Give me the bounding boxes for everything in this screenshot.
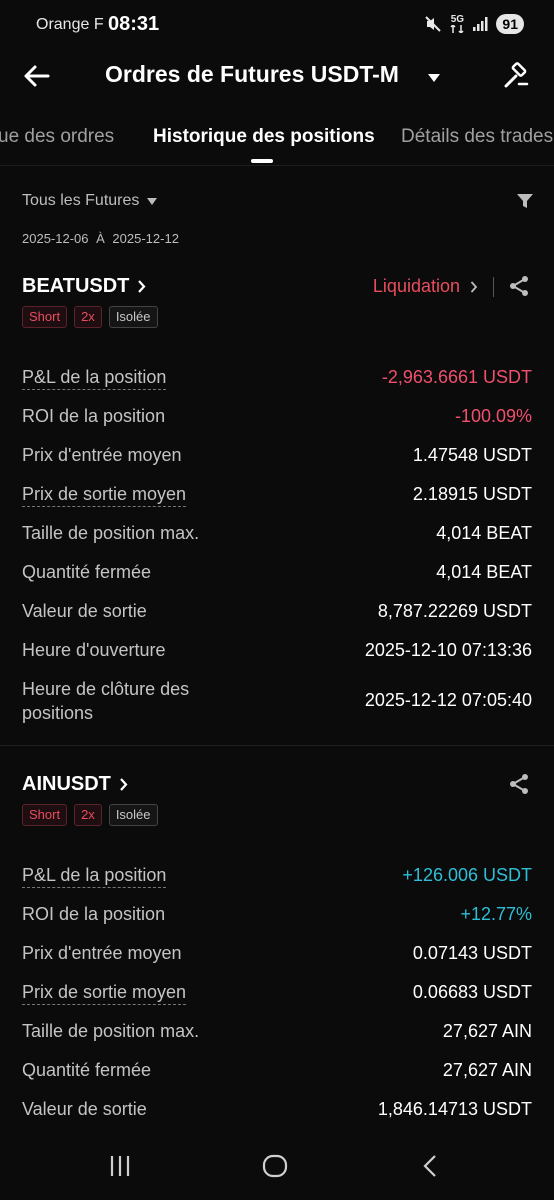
caret-down-icon[interactable]: [427, 70, 441, 88]
system-navigation-bar: [0, 1134, 554, 1200]
max-size-value: 27,627 AIN: [442, 1021, 532, 1041]
side-badge: Short: [22, 804, 68, 826]
pnl-label[interactable]: P&L de la position: [22, 863, 167, 888]
close-time-value: 2025-12-12 07:05:40: [364, 690, 532, 710]
closed-qty-value: 4,014 BEAT: [436, 562, 532, 582]
side-badge: Short: [22, 306, 68, 328]
back-nav-button[interactable]: [422, 1154, 438, 1183]
hammer-gavel-button[interactable]: [502, 62, 530, 90]
exit-price-label[interactable]: Prix de sortie moyen: [22, 482, 187, 507]
margin-mode-badge: Isolée: [108, 804, 158, 826]
margin-mode-badge: Isolée: [108, 306, 158, 328]
status-icons: 5G 91: [424, 14, 524, 34]
entry-price-value: 1.47548 USDT: [412, 445, 532, 465]
roi-value: +12.77%: [460, 904, 532, 924]
position-symbol: AINUSDT: [22, 773, 111, 795]
network-type-icon: 5G: [450, 15, 464, 33]
recent-apps-icon: [110, 1156, 130, 1176]
position-card: BEATUSDT Short 2x Isolée Liquidation P&L…: [0, 270, 554, 745]
chevron-right-icon: [138, 280, 146, 293]
mute-vibrate-icon: [424, 15, 442, 33]
tab-position-history[interactable]: Historique des positions: [153, 126, 375, 148]
max-size-label: Taille de position max.: [22, 523, 200, 543]
battery-icon: 91: [496, 14, 524, 34]
exit-price-value: 2.18915 USDT: [412, 484, 532, 504]
caret-down-icon: [147, 197, 158, 205]
date-from: 2025-12-06: [22, 231, 89, 246]
open-time-label: Heure d'ouverture: [22, 640, 166, 660]
back-arrow-icon: [24, 65, 50, 87]
clock: 08:31: [108, 13, 160, 35]
card-divider: [0, 745, 554, 746]
tab-order-history[interactable]: ue des ordres: [0, 126, 114, 148]
exit-value-label: Valeur de sortie: [22, 1099, 147, 1119]
date-range[interactable]: 2025-12-06 À 2025-12-12: [22, 231, 179, 246]
entry-price-value: 0.07143 USDT: [412, 943, 532, 963]
exit-value-value: 8,787.22269 USDT: [377, 601, 532, 621]
filter-funnel-button[interactable]: [516, 192, 534, 215]
app-header: Ordres de Futures USDT-M: [0, 50, 554, 102]
position-symbol-link[interactable]: BEATUSDT: [22, 275, 146, 298]
close-time-row: Heure de clôture des positions 2025-12-1…: [22, 677, 532, 725]
closed-qty-label: Quantité fermée: [22, 562, 152, 582]
exit-value-label: Valeur de sortie: [22, 601, 147, 621]
position-symbol: BEATUSDT: [22, 275, 130, 297]
position-badges: Short 2x Isolée: [22, 306, 158, 328]
close-time-label-line2: positions: [22, 703, 94, 723]
position-card: AINUSDT Short 2x Isolée P&L de la positi…: [0, 768, 554, 1128]
closed-qty-value: 27,627 AIN: [442, 1060, 532, 1080]
roi-label: ROI de la position: [22, 904, 166, 924]
liquidation-link[interactable]: Liquidation: [373, 276, 478, 297]
pnl-value: -2,963.6661 USDT: [381, 367, 532, 387]
position-badges: Short 2x Isolée: [22, 804, 158, 826]
recent-apps-button[interactable]: [108, 1154, 132, 1183]
gavel-icon: [504, 62, 529, 88]
share-button[interactable]: [508, 275, 530, 302]
leverage-badge: 2x: [74, 306, 102, 328]
divider: [493, 277, 494, 297]
back-chevron-icon: [423, 1155, 436, 1177]
signal-strength-icon: [472, 16, 488, 32]
share-button[interactable]: [508, 773, 530, 800]
exit-price-value: 0.06683 USDT: [412, 982, 532, 1002]
carrier-name: Orange F: [36, 16, 104, 33]
tab-bar: ue des ordres Historique des positions D…: [0, 112, 554, 166]
date-to: 2025-12-12: [112, 231, 179, 246]
tab-trade-details[interactable]: Détails des trades: [401, 126, 553, 148]
entry-price-label: Prix d'entrée moyen: [22, 943, 182, 963]
pnl-value: +126.006 USDT: [402, 865, 532, 885]
open-time-value: 2025-12-10 07:13:36: [364, 640, 532, 660]
roi-value: -100.09%: [454, 406, 532, 426]
share-icon: [510, 774, 528, 794]
exit-value-value: 1,846.14713 USDT: [377, 1099, 532, 1119]
market-filter-dropdown[interactable]: Tous les Futures: [22, 192, 158, 210]
page-title[interactable]: Ordres de Futures USDT-M: [105, 61, 399, 88]
status-bar: Orange F 08:31 5G 91: [0, 0, 554, 50]
date-separator: À: [96, 231, 105, 246]
max-size-label: Taille de position max.: [22, 1021, 200, 1041]
leverage-badge: 2x: [74, 804, 102, 826]
home-button[interactable]: [262, 1154, 288, 1183]
closed-qty-label: Quantité fermée: [22, 1060, 152, 1080]
roi-label: ROI de la position: [22, 406, 166, 426]
back-button[interactable]: [22, 62, 52, 90]
filter-row: Tous les Futures: [22, 192, 534, 216]
exit-price-label[interactable]: Prix de sortie moyen: [22, 980, 187, 1005]
market-filter-label: Tous les Futures: [22, 192, 140, 209]
chevron-right-icon: [120, 778, 128, 791]
chevron-right-icon: [470, 280, 478, 293]
max-size-value: 4,014 BEAT: [436, 523, 532, 543]
pnl-label[interactable]: P&L de la position: [22, 365, 167, 390]
position-symbol-link[interactable]: AINUSDT: [22, 773, 128, 796]
funnel-icon: [517, 194, 533, 208]
active-tab-indicator: [251, 159, 273, 163]
home-icon: [262, 1154, 288, 1178]
entry-price-label: Prix d'entrée moyen: [22, 445, 182, 465]
close-time-label: Heure de clôture des: [22, 679, 190, 699]
share-icon: [510, 276, 528, 296]
close-reason-label: Liquidation: [372, 276, 460, 296]
